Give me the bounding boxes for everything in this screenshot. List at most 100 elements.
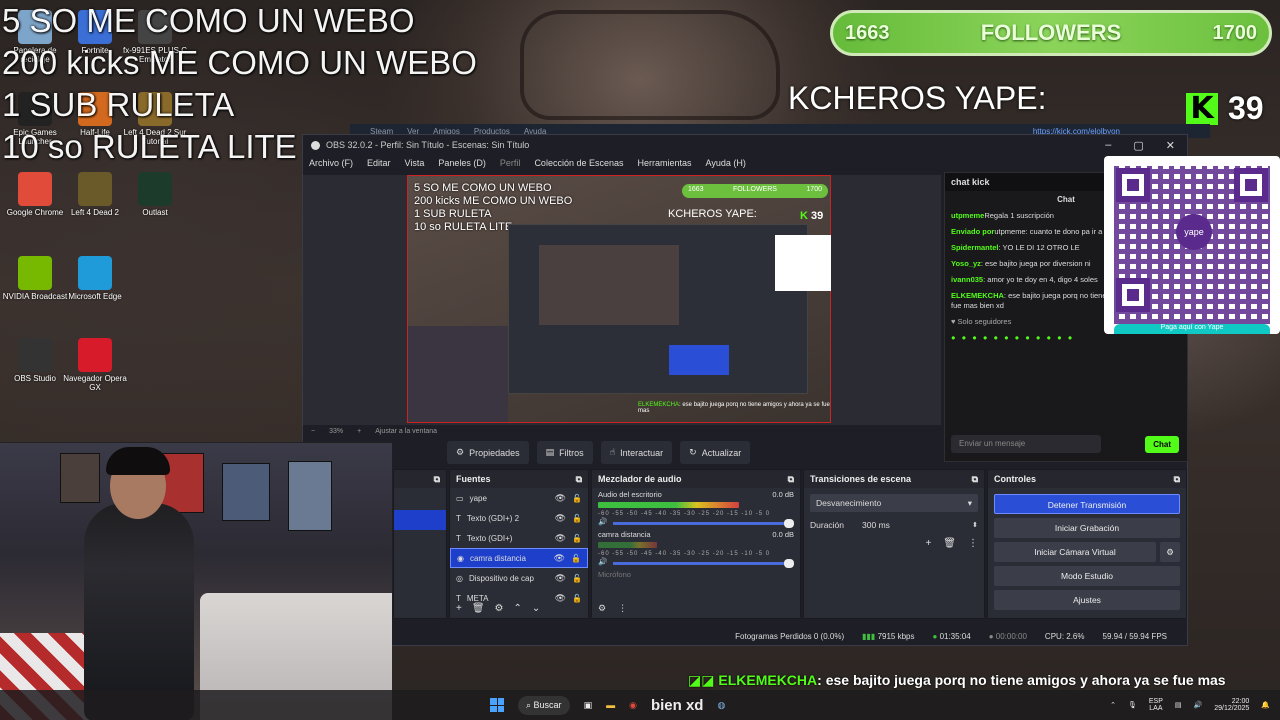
control-button[interactable]: Detener Transmisión — [994, 494, 1180, 514]
chat-ticker: ◪◪ ELKEMEKCHA: ese bajito juega porq no … — [688, 672, 1226, 689]
trash-icon[interactable]: 🗑 — [943, 538, 956, 549]
undock-icon[interactable]: ⧉ — [576, 474, 582, 484]
eye-icon[interactable]: 👁 — [555, 533, 566, 544]
obs-menu-item[interactable]: Colección de Escenas — [534, 158, 623, 168]
lock-icon[interactable]: 🔓 — [572, 534, 582, 543]
lang-indicator[interactable]: ESP LAA — [1149, 698, 1163, 712]
more-vertical-icon[interactable]: ⋮ — [968, 538, 978, 549]
undock-icon[interactable]: ⧉ — [1174, 474, 1180, 484]
lock-icon[interactable]: 🔓 — [572, 494, 582, 503]
chat-username[interactable]: ivann035 — [951, 275, 983, 284]
clock[interactable]: 22:00 29/12/2025 — [1214, 698, 1249, 712]
source-item[interactable]: T Texto (GDI+) 2 👁 🔓 — [450, 508, 588, 528]
scene-item-selected[interactable] — [394, 510, 446, 530]
lock-icon[interactable]: 🔓 — [572, 594, 582, 603]
start-icon[interactable] — [490, 698, 504, 712]
steam-icon[interactable]: ◍ — [717, 700, 725, 711]
region-label: LAA — [1149, 705, 1163, 712]
spinner-icon[interactable]: ⬍ — [972, 521, 978, 529]
volume-icon[interactable]: 🔊 — [1194, 701, 1203, 709]
speaker-icon[interactable]: 🔊 — [598, 517, 607, 526]
gear-icon[interactable]: ⚙ — [1160, 542, 1180, 562]
volume-slider[interactable] — [613, 559, 794, 568]
chevron-up-icon[interactable]: ⌃ — [1110, 701, 1116, 709]
eye-icon[interactable]: 👁 — [554, 553, 565, 564]
eye-icon[interactable]: 👁 — [555, 593, 566, 604]
chat-username[interactable]: Spidermantel — [951, 243, 999, 252]
interact-button[interactable]: ☝ Interactuar — [600, 441, 673, 464]
eye-icon[interactable]: 👁 — [555, 513, 566, 524]
add-icon[interactable]: + — [456, 603, 462, 614]
source-item[interactable]: ▭ yape 👁 🔓 — [450, 488, 588, 508]
obs-menu-item[interactable]: Editar — [367, 158, 391, 168]
arrow-down-icon[interactable]: ⌄ — [532, 603, 540, 614]
network-icon[interactable]: ▤ — [1175, 701, 1182, 709]
control-button[interactable]: Iniciar Grabación — [994, 518, 1180, 538]
chrome-icon[interactable]: ◉ — [629, 700, 637, 711]
transition-select[interactable]: Desvanecimiento ▾ — [810, 494, 978, 512]
undock-icon[interactable]: ⧉ — [434, 474, 440, 484]
webcam-feed — [0, 442, 392, 720]
source-item[interactable]: ◉ camra distancia 👁 🔓 — [450, 548, 588, 568]
task-view-icon[interactable]: ▣ — [584, 700, 593, 711]
trash-icon[interactable]: 🗑 — [472, 603, 485, 614]
mic-icon[interactable]: 🎙 — [1128, 701, 1137, 709]
undock-icon[interactable]: ⧉ — [788, 474, 794, 484]
filters-button[interactable]: ▤ Filtros — [536, 441, 593, 464]
properties-button[interactable]: ⚙ Propiedades — [447, 441, 529, 464]
obs-menu-item[interactable]: Perfil — [500, 158, 521, 168]
obs-menu-item[interactable]: Archivo (F) — [309, 158, 353, 168]
chat-username[interactable]: ELKEMEKCHA — [951, 291, 1004, 300]
refresh-button[interactable]: ↻ Actualizar — [680, 441, 751, 464]
control-button[interactable]: Ajustes — [994, 590, 1180, 610]
volume-slider[interactable] — [613, 519, 794, 528]
zoom-out-icon[interactable]: − — [311, 428, 315, 435]
source-item[interactable]: T Texto (GDI+) 👁 🔓 — [450, 528, 588, 548]
gear-icon[interactable]: ⚙ — [495, 603, 504, 614]
add-icon[interactable]: + — [925, 538, 931, 549]
control-button[interactable]: Modo Estudio — [994, 566, 1180, 586]
chat-username[interactable]: Yoso_yz — [951, 259, 981, 268]
speaker-icon[interactable]: 🔊 — [598, 557, 607, 566]
chat-send-button[interactable]: Chat — [1145, 436, 1179, 453]
arrow-up-icon[interactable]: ⌃ — [514, 603, 522, 614]
undock-icon[interactable]: ⧉ — [972, 474, 978, 484]
lock-icon[interactable]: 🔓 — [572, 574, 582, 583]
source-item[interactable]: ◎ Dispositivo de cap 👁 🔓 — [450, 568, 588, 588]
obs-menu-item[interactable]: Ayuda (H) — [706, 158, 746, 168]
notification-icon[interactable]: 🔔 — [1261, 701, 1270, 709]
minimize-icon[interactable]: – — [1105, 139, 1111, 152]
fps: 59.94 / 59.94 FPS — [1102, 631, 1168, 641]
desktop-icon[interactable]: Microsoft Edge — [60, 256, 130, 301]
sources-panel: Fuentes ⧉ ▭ yape 👁 🔓 T Texto (GDI+) 2 👁 🔓 T Texto … — [449, 469, 589, 619]
eye-icon[interactable]: 👁 — [555, 493, 566, 504]
gear-icon[interactable]: ⚙ — [598, 603, 606, 614]
duration-input[interactable]: 300 ms — [862, 520, 954, 530]
eye-icon[interactable]: 👁 — [555, 573, 566, 584]
file-explorer-icon[interactable]: ▬ — [606, 700, 615, 710]
desktop-icon[interactable]: Navegador Opera GX — [60, 338, 130, 392]
close-icon[interactable]: ✕ — [1166, 139, 1175, 152]
kick-counter: K 39 — [1186, 90, 1264, 127]
obs-preview[interactable]: 5 SO ME COMO UN WEBO 200 kicks ME COMO U… — [303, 175, 941, 425]
more-vertical-icon[interactable]: ⋮ — [618, 603, 627, 614]
mixer-track-db: 0.0 dB — [772, 530, 794, 539]
lock-icon[interactable]: 🔓 — [572, 514, 582, 523]
chat-username[interactable]: Enviado por — [951, 227, 994, 236]
obs-menu-item[interactable]: Paneles (D) — [438, 158, 486, 168]
fit-to-window[interactable]: Ajustar a la ventana — [375, 428, 437, 435]
obs-menu-item[interactable]: Herramientas — [638, 158, 692, 168]
desktop-icon[interactable]: Outlast — [120, 172, 190, 217]
maximize-icon[interactable]: ▢ — [1133, 139, 1143, 152]
search-box[interactable]: ⌕ Buscar — [518, 695, 570, 715]
lock-icon[interactable]: 🔓 — [571, 554, 581, 563]
preview-canvas[interactable]: 5 SO ME COMO UN WEBO 200 kicks ME COMO U… — [407, 175, 831, 423]
obs-menu-item[interactable]: Vista — [405, 158, 425, 168]
control-button[interactable]: Iniciar Cámara Virtual — [994, 542, 1156, 562]
audio-mixer-panel: Mezclador de audio ⧉ Audio del escritorio… — [591, 469, 801, 619]
zoom-in-icon[interactable]: + — [357, 428, 361, 435]
source-type-icon: T — [456, 533, 461, 543]
obs-statusbar: Fotogramas Perdidos 0 (0.0%) ▮▮▮ 7915 kb… — [303, 627, 1187, 645]
chat-username[interactable]: utpmeme — [951, 211, 984, 220]
chat-input[interactable]: Enviar un mensaje — [951, 435, 1101, 453]
